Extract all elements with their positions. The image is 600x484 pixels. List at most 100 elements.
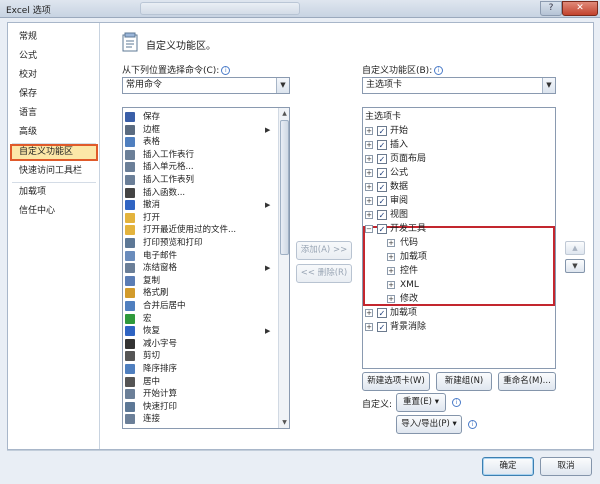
command-item[interactable]: 降序排序 bbox=[125, 363, 275, 375]
command-item[interactable]: 打印预览和打印 bbox=[125, 237, 275, 249]
nav-item-addins[interactable]: 加载项 bbox=[10, 184, 98, 201]
remove-button[interactable]: << 删除(R) bbox=[296, 264, 352, 283]
command-item[interactable]: 撤消 ▶ bbox=[125, 199, 275, 211]
expand-icon[interactable]: + bbox=[387, 267, 395, 275]
tab-checkbox[interactable]: ✓ bbox=[377, 224, 387, 234]
expand-icon[interactable]: + bbox=[387, 239, 395, 247]
expand-icon[interactable]: + bbox=[365, 309, 373, 317]
ribbon-group-node[interactable]: + 控件 bbox=[363, 264, 553, 278]
tab-checkbox[interactable]: ✓ bbox=[377, 308, 387, 318]
ribbon-tab-node[interactable]: + ✓ 加载项 bbox=[363, 306, 553, 320]
move-up-button[interactable]: ▲ bbox=[565, 241, 585, 255]
nav-item-formulas[interactable]: 公式 bbox=[10, 48, 98, 65]
rename-button[interactable]: 重命名(M)... bbox=[498, 372, 556, 391]
expand-icon[interactable]: + bbox=[365, 211, 373, 219]
command-item[interactable]: 快速打印 bbox=[125, 401, 275, 413]
expand-icon[interactable]: + bbox=[365, 183, 373, 191]
expand-icon[interactable]: + bbox=[387, 281, 395, 289]
command-item[interactable]: 宏 bbox=[125, 313, 275, 325]
command-item[interactable]: 保存 bbox=[125, 111, 275, 123]
commands-list[interactable]: ▲ ▼ 保存 边框 ▶ 表格 插入工作表行 插入单元格... 插入工作表列 插入函数... 撤消… bbox=[122, 107, 290, 429]
expand-icon[interactable]: + bbox=[365, 197, 373, 205]
info-icon[interactable]: i bbox=[221, 66, 231, 75]
cancel-button[interactable]: 取消 bbox=[540, 457, 592, 476]
new-group-button[interactable]: 新建组(N) bbox=[436, 372, 492, 391]
command-item[interactable]: 打开最近使用过的文件... bbox=[125, 224, 275, 236]
close-button[interactable]: ✕ bbox=[562, 1, 598, 16]
ribbon-tab-node[interactable]: + ✓ 视图 bbox=[363, 208, 553, 222]
expand-icon[interactable]: + bbox=[365, 141, 373, 149]
tab-checkbox[interactable]: ✓ bbox=[377, 168, 387, 178]
ribbon-tab-node[interactable]: − ✓ 开发工具 bbox=[363, 222, 553, 236]
info-icon[interactable]: i bbox=[434, 66, 444, 75]
command-item[interactable]: 边框 ▶ bbox=[125, 124, 275, 136]
customize-ribbon-dropdown[interactable]: 主选项卡 ▼ bbox=[362, 77, 556, 94]
commands-scrollbar[interactable]: ▲ ▼ bbox=[278, 108, 289, 428]
ribbon-tab-node[interactable]: + ✓ 数据 bbox=[363, 180, 553, 194]
command-item[interactable]: 合并后居中 bbox=[125, 300, 275, 312]
ribbon-tab-node[interactable]: + ✓ 审阅 bbox=[363, 194, 553, 208]
command-item[interactable]: 插入单元格... bbox=[125, 161, 275, 173]
collapse-icon[interactable]: − bbox=[365, 225, 373, 233]
nav-item-trust-center[interactable]: 信任中心 bbox=[10, 203, 98, 220]
expand-icon[interactable]: + bbox=[365, 323, 373, 331]
command-item[interactable]: 插入工作表列 bbox=[125, 174, 275, 186]
command-item[interactable]: 开始计算 bbox=[125, 388, 275, 400]
nav-item-advanced[interactable]: 高级 bbox=[10, 124, 98, 141]
import-export-button[interactable]: 导入/导出(P) ▾ bbox=[396, 415, 462, 434]
chevron-down-icon[interactable]: ▼ bbox=[542, 78, 555, 93]
tab-checkbox[interactable]: ✓ bbox=[377, 196, 387, 206]
command-item[interactable]: 居中 bbox=[125, 376, 275, 388]
command-item[interactable]: 恢复 ▶ bbox=[125, 325, 275, 337]
command-item[interactable]: 插入函数... bbox=[125, 187, 275, 199]
expand-icon[interactable]: + bbox=[387, 295, 395, 303]
tab-checkbox[interactable]: ✓ bbox=[377, 210, 387, 220]
command-item[interactable]: 冻结窗格 ▶ bbox=[125, 262, 275, 274]
add-button[interactable]: 添加(A) >> bbox=[296, 241, 352, 260]
expand-icon[interactable]: + bbox=[365, 127, 373, 135]
ribbon-tab-node[interactable]: + ✓ 页面布局 bbox=[363, 152, 553, 166]
ribbon-group-node[interactable]: + 加载项 bbox=[363, 250, 553, 264]
reset-button[interactable]: 重置(E) ▾ bbox=[396, 393, 446, 412]
tab-checkbox[interactable]: ✓ bbox=[377, 140, 387, 150]
choose-commands-dropdown[interactable]: 常用命令 ▼ bbox=[122, 77, 290, 94]
ribbon-tab-node[interactable]: + ✓ 插入 bbox=[363, 138, 553, 152]
scroll-thumb[interactable] bbox=[280, 120, 289, 255]
command-item[interactable]: 复制 bbox=[125, 275, 275, 287]
scroll-down-icon[interactable]: ▼ bbox=[279, 417, 289, 428]
nav-item-customize-ribbon[interactable]: 自定义功能区 bbox=[10, 144, 98, 161]
command-item[interactable]: 格式刷 bbox=[125, 287, 275, 299]
ribbon-group-node[interactable]: + XML bbox=[363, 278, 553, 292]
command-item[interactable]: 连接 bbox=[125, 413, 275, 425]
chevron-down-icon[interactable]: ▼ bbox=[276, 78, 289, 93]
ribbon-group-node[interactable]: + 代码 bbox=[363, 236, 553, 250]
expand-icon[interactable]: + bbox=[365, 169, 373, 177]
tab-checkbox[interactable]: ✓ bbox=[377, 322, 387, 332]
command-item[interactable]: 插入工作表行 bbox=[125, 149, 275, 161]
command-item[interactable]: 剪切 bbox=[125, 350, 275, 362]
expand-icon[interactable]: + bbox=[387, 253, 395, 261]
nav-item-quick-access-toolbar[interactable]: 快速访问工具栏 bbox=[10, 163, 98, 180]
command-item[interactable]: 表格 bbox=[125, 136, 275, 148]
ribbon-tab-node[interactable]: + ✓ 开始 bbox=[363, 124, 553, 138]
ribbon-tab-node[interactable]: + ✓ 公式 bbox=[363, 166, 553, 180]
ribbon-group-node[interactable]: + 修改 bbox=[363, 292, 553, 306]
nav-item-language[interactable]: 语言 bbox=[10, 105, 98, 122]
command-item[interactable]: 电子邮件 bbox=[125, 250, 275, 262]
command-item[interactable]: 减小字号 bbox=[125, 338, 275, 350]
tab-checkbox[interactable]: ✓ bbox=[377, 154, 387, 164]
tab-checkbox[interactable]: ✓ bbox=[377, 126, 387, 136]
tab-checkbox[interactable]: ✓ bbox=[377, 182, 387, 192]
move-down-button[interactable]: ▼ bbox=[565, 259, 585, 273]
scroll-up-icon[interactable]: ▲ bbox=[279, 108, 289, 119]
ribbon-tab-node[interactable]: + ✓ 背景消除 bbox=[363, 320, 553, 334]
info-icon[interactable]: i bbox=[452, 398, 461, 407]
command-item[interactable]: 打开 bbox=[125, 212, 275, 224]
info-icon[interactable]: i bbox=[468, 420, 477, 429]
nav-item-proofing[interactable]: 校对 bbox=[10, 67, 98, 84]
ribbon-tabs-tree[interactable]: 主选项卡 + ✓ 开始 + ✓ 插入 + ✓ 页面布局 + ✓ 公式 + ✓ 数据 + ✓ 审阅 + ✓ 视图 − ✓ 开发工… bbox=[362, 107, 556, 369]
nav-item-save[interactable]: 保存 bbox=[10, 86, 98, 103]
nav-item-general[interactable]: 常规 bbox=[10, 29, 98, 46]
help-button[interactable]: ? bbox=[540, 1, 562, 16]
ok-button[interactable]: 确定 bbox=[482, 457, 534, 476]
